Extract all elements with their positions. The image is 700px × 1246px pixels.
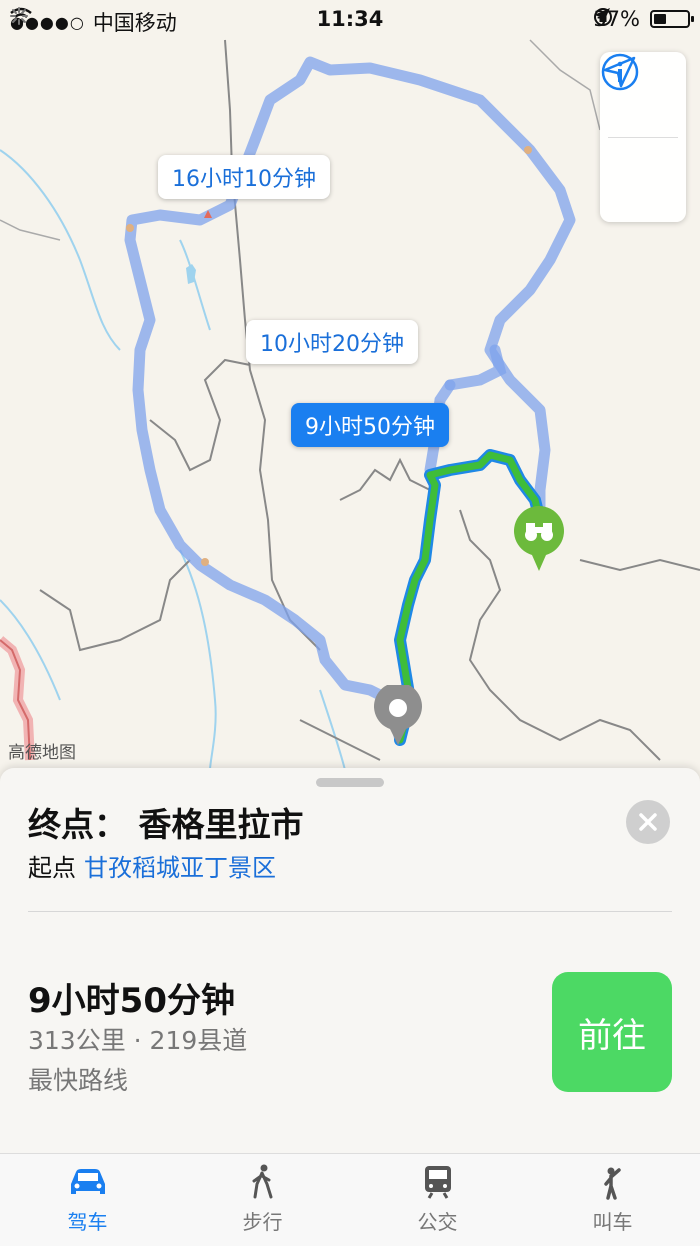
battery-icon [650,10,694,28]
destination-poi-marker[interactable] [512,505,566,575]
map-provider-watermark: 高德地图 [8,743,76,763]
route-note: 最快路线 [28,1066,129,1095]
tab-walk-label: 步行 [242,1210,283,1234]
route-duration: 9小时50分钟 [28,981,235,1021]
tab-drive[interactable]: 驾车 [0,1154,175,1246]
locate-me-button[interactable] [600,56,686,223]
battery-level [654,14,666,24]
tab-transit[interactable]: 公交 [350,1154,525,1246]
origin-marker[interactable] [372,685,424,747]
sheet-grabber[interactable] [316,778,384,787]
route-distance: 313公里 · 219县道 [28,1026,248,1055]
map-view[interactable]: ●●●●○ 中国移动 11:34 37% 16小时10分钟 10小时20分钟 9… [0,0,700,770]
sheet-divider [28,911,672,912]
destination-title: 终点： 香格里拉市 [28,805,304,844]
status-bar: ●●●●○ 中国移动 11:34 37% [0,0,700,40]
hail-icon [603,1167,621,1200]
tab-drive-label: 驾车 [67,1210,108,1234]
tab-ride[interactable]: 叫车 [525,1154,700,1246]
close-button[interactable] [626,800,670,844]
transport-tab-bar: 驾车 步行 公交 叫车 [0,1153,700,1246]
tab-transit-label: 公交 [417,1210,458,1234]
origin-prefix: 起点 [28,854,76,882]
location-services-icon [594,8,611,24]
location-arrow-icon [603,56,636,88]
origin-line: 起点 甘孜稻城亚丁景区 [28,848,276,883]
route-label-alt-1[interactable]: 16小时10分钟 [158,155,330,199]
route-label-alt-2[interactable]: 10小时20分钟 [246,320,418,364]
train-icon [424,1166,451,1199]
map-canvas[interactable] [0,0,700,770]
close-icon [639,813,657,831]
origin-link[interactable]: 甘孜稻城亚丁景区 [84,854,276,882]
car-icon [70,1169,105,1194]
map-controls [600,52,686,222]
tab-ride-label: 叫车 [592,1210,633,1234]
go-button[interactable]: 前往 [552,972,672,1092]
tab-walk[interactable]: 步行 [175,1154,350,1246]
route-label-selected[interactable]: 9小时50分钟 [291,403,449,447]
route-sheet: 终点： 香格里拉市 起点 甘孜稻城亚丁景区 9小时50分钟 313公里 · 219… [0,768,700,1153]
walking-icon [252,1164,272,1199]
